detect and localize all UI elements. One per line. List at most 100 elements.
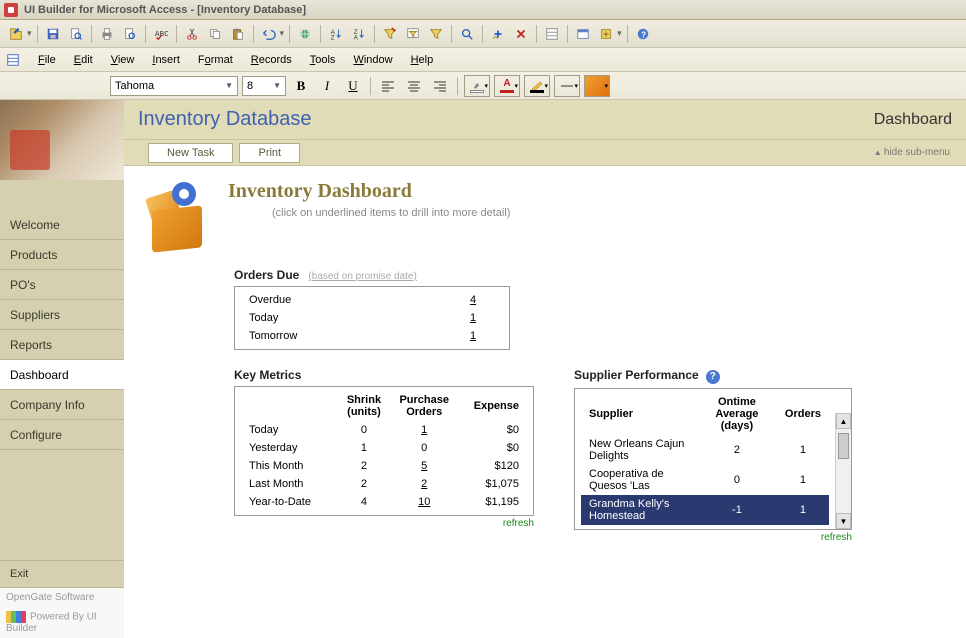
copy-button[interactable] bbox=[205, 24, 225, 44]
sp-name: Cooperativa de Quesos 'Las bbox=[581, 465, 697, 495]
nav-item-reports[interactable]: Reports bbox=[0, 330, 124, 360]
filter-form-button[interactable] bbox=[403, 24, 423, 44]
menu-file[interactable]: File bbox=[30, 51, 64, 69]
italic-button[interactable]: I bbox=[316, 75, 338, 97]
km-po-link[interactable]: 1 bbox=[421, 424, 427, 436]
properties-button[interactable] bbox=[542, 24, 562, 44]
orders-due-note: (based on promise date) bbox=[308, 271, 416, 282]
nav-item-products[interactable]: Products bbox=[0, 240, 124, 270]
delete-record-button[interactable] bbox=[511, 24, 531, 44]
app-icon bbox=[4, 3, 18, 17]
km-po-link[interactable]: 5 bbox=[421, 460, 427, 472]
align-left-button[interactable] bbox=[377, 75, 399, 97]
special-effect-button[interactable]: ▾ bbox=[584, 75, 610, 97]
new-object-button[interactable] bbox=[596, 24, 616, 44]
nav-item-welcome[interactable]: Welcome bbox=[0, 210, 124, 240]
km-po: 2 bbox=[391, 475, 457, 493]
line-color-button[interactable]: ▾ bbox=[524, 75, 550, 97]
key-metrics-refresh[interactable]: refresh bbox=[234, 518, 534, 529]
menu-edit[interactable]: Edit bbox=[66, 51, 101, 69]
hide-submenu-link[interactable]: hide sub-menu bbox=[874, 147, 950, 158]
find-button[interactable] bbox=[457, 24, 477, 44]
table-row: This Month25$120 bbox=[241, 457, 527, 475]
table-row[interactable]: Cooperativa de Quesos 'Las01 bbox=[581, 465, 829, 495]
menu-format[interactable]: Format bbox=[190, 51, 241, 69]
km-po: 10 bbox=[391, 493, 457, 511]
table-row[interactable]: New Orleans Cajun Delights21 bbox=[581, 435, 829, 465]
nav-item-po-s[interactable]: PO's bbox=[0, 270, 124, 300]
line-width-button[interactable]: ▾ bbox=[554, 75, 580, 97]
km-shrink: 1 bbox=[336, 439, 391, 457]
km-po-link[interactable]: 10 bbox=[418, 496, 430, 508]
print-sub-button[interactable]: Print bbox=[239, 143, 300, 163]
order-value-link[interactable]: 1 bbox=[470, 312, 476, 324]
align-right-button[interactable] bbox=[429, 75, 451, 97]
sp-name: New Orleans Cajun Delights bbox=[581, 435, 697, 465]
spelling-button[interactable]: ABC bbox=[151, 24, 171, 44]
exit-button[interactable]: Exit bbox=[0, 560, 124, 588]
menu-insert[interactable]: Insert bbox=[144, 51, 188, 69]
km-header-expense: Expense bbox=[457, 391, 527, 421]
order-value-link[interactable]: 4 bbox=[470, 294, 476, 306]
print-preview-button[interactable] bbox=[120, 24, 140, 44]
km-po: 5 bbox=[391, 457, 457, 475]
content-area: Inventory Database Dashboard New Task Pr… bbox=[124, 100, 966, 638]
paste-button[interactable] bbox=[228, 24, 248, 44]
km-shrink: 4 bbox=[336, 493, 391, 511]
window-titlebar: UI Builder for Microsoft Access - [Inven… bbox=[0, 0, 966, 20]
menu-window[interactable]: Window bbox=[345, 51, 400, 69]
menu-records[interactable]: Records bbox=[243, 51, 300, 69]
underline-button[interactable]: U bbox=[342, 75, 364, 97]
scroll-down-button[interactable]: ▼ bbox=[836, 513, 851, 529]
supplier-scrollbar[interactable]: ▲ ▼ bbox=[835, 413, 851, 529]
new-task-button[interactable]: New Task bbox=[148, 143, 233, 163]
hyperlink-button[interactable] bbox=[295, 24, 315, 44]
dashboard-icon bbox=[144, 180, 214, 250]
sp-orders: 1 bbox=[777, 435, 829, 465]
dashboard-title: Inventory Dashboard bbox=[228, 180, 510, 203]
nav-item-configure[interactable]: Configure bbox=[0, 420, 124, 450]
fill-color-button[interactable]: ▾ bbox=[464, 75, 490, 97]
km-header-po: PurchaseOrders bbox=[391, 391, 457, 421]
menu-tools[interactable]: Tools bbox=[302, 51, 344, 69]
table-row[interactable]: Grandma Kelly's Homestead-11 bbox=[581, 495, 829, 525]
supplier-perf-refresh[interactable]: refresh bbox=[574, 532, 852, 543]
nav-item-company-info[interactable]: Company Info bbox=[0, 390, 124, 420]
menubar-icon bbox=[4, 51, 22, 69]
menu-help[interactable]: Help bbox=[403, 51, 442, 69]
font-selector[interactable]: Tahoma▼ bbox=[110, 76, 238, 96]
sp-header-ontime: Ontime Average(days) bbox=[697, 393, 777, 435]
sp-ontime: -1 bbox=[697, 495, 777, 525]
order-value-link[interactable]: 1 bbox=[470, 330, 476, 342]
help-button[interactable]: ? bbox=[633, 24, 653, 44]
print-button[interactable] bbox=[97, 24, 117, 44]
page-name: Dashboard bbox=[874, 111, 952, 129]
window-title: UI Builder for Microsoft Access - [Inven… bbox=[24, 4, 306, 16]
nav-item-dashboard[interactable]: Dashboard bbox=[0, 360, 124, 390]
database-window-button[interactable] bbox=[573, 24, 593, 44]
km-po: 1 bbox=[391, 421, 457, 439]
page-header: Inventory Database Dashboard bbox=[124, 100, 966, 140]
undo-button[interactable] bbox=[259, 24, 279, 44]
nav-item-suppliers[interactable]: Suppliers bbox=[0, 300, 124, 330]
align-center-button[interactable] bbox=[403, 75, 425, 97]
font-size-selector[interactable]: 8▼ bbox=[242, 76, 286, 96]
bold-button[interactable]: B bbox=[290, 75, 312, 97]
menu-view[interactable]: View bbox=[103, 51, 143, 69]
filter-selection-button[interactable] bbox=[380, 24, 400, 44]
save-button[interactable] bbox=[43, 24, 63, 44]
cut-button[interactable] bbox=[182, 24, 202, 44]
design-view-button[interactable] bbox=[6, 24, 26, 44]
help-icon[interactable]: ? bbox=[706, 370, 720, 384]
sort-asc-button[interactable]: AZ bbox=[326, 24, 346, 44]
km-po-link[interactable]: 2 bbox=[421, 478, 427, 490]
file-search-button[interactable] bbox=[66, 24, 86, 44]
font-color-button[interactable]: A▾ bbox=[494, 75, 520, 97]
scroll-thumb[interactable] bbox=[838, 433, 849, 459]
sp-name: Grandma Kelly's Homestead bbox=[581, 495, 697, 525]
new-record-button[interactable] bbox=[488, 24, 508, 44]
scroll-up-button[interactable]: ▲ bbox=[836, 413, 851, 429]
table-row: Today1 bbox=[241, 309, 503, 327]
sort-desc-button[interactable]: ZA bbox=[349, 24, 369, 44]
toggle-filter-button[interactable] bbox=[426, 24, 446, 44]
